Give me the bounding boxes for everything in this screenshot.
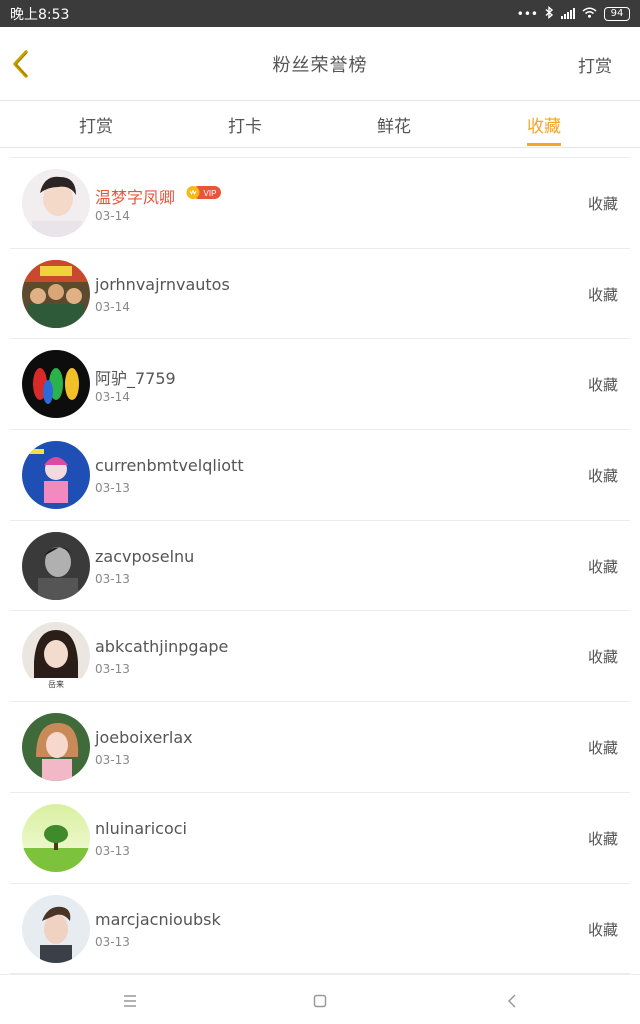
item-date: 03-14 <box>95 299 130 314</box>
list-item[interactable]: 温梦字凤卿 VIP 03-14 收藏 <box>10 158 630 249</box>
avatar[interactable] <box>22 803 90 872</box>
item-date: 03-13 <box>95 662 130 677</box>
favorite-label: 收藏 <box>587 648 618 667</box>
system-nav-bar <box>0 974 640 1024</box>
favorite-label: 收藏 <box>587 739 618 758</box>
item-date: 03-14 <box>95 390 130 405</box>
user-name: currenbmtvelqliott <box>95 456 244 476</box>
list-item[interactable]: jorhnvajrnvautos 03-14 收藏 <box>10 249 630 340</box>
tab-favorites[interactable]: 收藏 <box>527 112 561 146</box>
tab-bar: 打赏 打卡 鲜花 收藏 <box>0 102 640 148</box>
list-item[interactable]: joeboixerlax 03-13 收藏 <box>10 702 630 793</box>
favorite-label: 收藏 <box>587 829 618 848</box>
user-name: abkcathjinpgape <box>95 637 229 657</box>
status-bar: 晚上8:53 ••• 94 <box>0 0 640 27</box>
user-name: jorhnvajrnvautos <box>95 274 230 294</box>
avatar[interactable] <box>22 441 90 510</box>
page-title: 粉丝荣誉榜 <box>272 55 368 76</box>
bluetooth-icon <box>545 5 554 22</box>
home-button[interactable] <box>308 989 332 1013</box>
list-item[interactable]: marcjacnioubsk 03-13 收藏 <box>10 884 630 975</box>
list-item[interactable]: nluinaricoci 03-13 收藏 <box>10 793 630 884</box>
status-icons: ••• 94 <box>516 5 630 22</box>
list-item[interactable]: 阿驴_7759 03-14 收藏 <box>10 339 630 431</box>
home-square-icon <box>313 994 327 1008</box>
item-date: 03-14 <box>95 209 130 223</box>
tab-reward[interactable]: 打赏 <box>79 112 113 143</box>
menu-button[interactable] <box>118 989 142 1013</box>
signal-icon <box>561 8 575 19</box>
favorite-label: 收藏 <box>587 376 618 395</box>
user-name: marcjacnioubsk <box>95 909 221 929</box>
tab-flowers[interactable]: 鲜花 <box>377 112 411 143</box>
avatar[interactable] <box>22 169 90 237</box>
vip-label: VIP <box>204 189 217 198</box>
item-date: 03-13 <box>95 843 130 858</box>
vip-badge: VIP <box>186 186 221 199</box>
dots-icon: ••• <box>516 6 538 21</box>
favorite-label: 收藏 <box>587 557 618 576</box>
favorite-label: 收藏 <box>587 195 618 213</box>
item-date: 03-13 <box>95 481 130 496</box>
reward-button[interactable]: 打赏 <box>578 52 612 77</box>
user-name: nluinaricoci <box>95 818 187 838</box>
avatar[interactable] <box>22 713 90 782</box>
avatar[interactable] <box>22 894 90 963</box>
user-name: joeboixerlax <box>95 728 193 748</box>
fan-list: 温梦字凤卿 VIP 03-14 收藏 jorhnvajrnvautos 03-1… <box>10 157 630 975</box>
menu-icon <box>124 995 136 1007</box>
avatar[interactable] <box>22 259 90 328</box>
item-date: 03-13 <box>95 753 130 768</box>
list-item[interactable]: currenbmtvelqliott 03-13 收藏 <box>10 430 630 521</box>
favorite-label: 收藏 <box>587 467 618 486</box>
wifi-icon <box>582 7 597 21</box>
item-date: 03-13 <box>95 934 130 949</box>
nav-bar: 粉丝荣誉榜 打赏 <box>0 27 640 101</box>
battery-icon: 94 <box>604 6 630 21</box>
user-name: zacvposelnu <box>95 546 195 566</box>
avatar[interactable] <box>22 350 90 419</box>
favorite-label: 收藏 <box>587 920 618 939</box>
back-triangle-icon <box>507 994 516 1008</box>
avatar[interactable]: 岳来 <box>22 622 90 691</box>
avatar[interactable] <box>22 531 90 600</box>
list-item[interactable]: 岳来 abkcathjinpgape 03-13 收藏 <box>10 611 630 703</box>
item-date: 03-13 <box>95 571 130 586</box>
system-back-button[interactable] <box>500 989 524 1013</box>
tab-checkin[interactable]: 打卡 <box>228 112 262 143</box>
user-name: 阿驴_7759 <box>95 369 176 389</box>
favorite-label: 收藏 <box>587 285 618 304</box>
avatar-caption: 岳来 <box>48 679 64 689</box>
user-name: 温梦字凤卿 <box>95 188 176 207</box>
status-time: 晚上8:53 <box>10 6 70 23</box>
list-item[interactable]: zacvposelnu 03-13 收藏 <box>10 521 630 612</box>
